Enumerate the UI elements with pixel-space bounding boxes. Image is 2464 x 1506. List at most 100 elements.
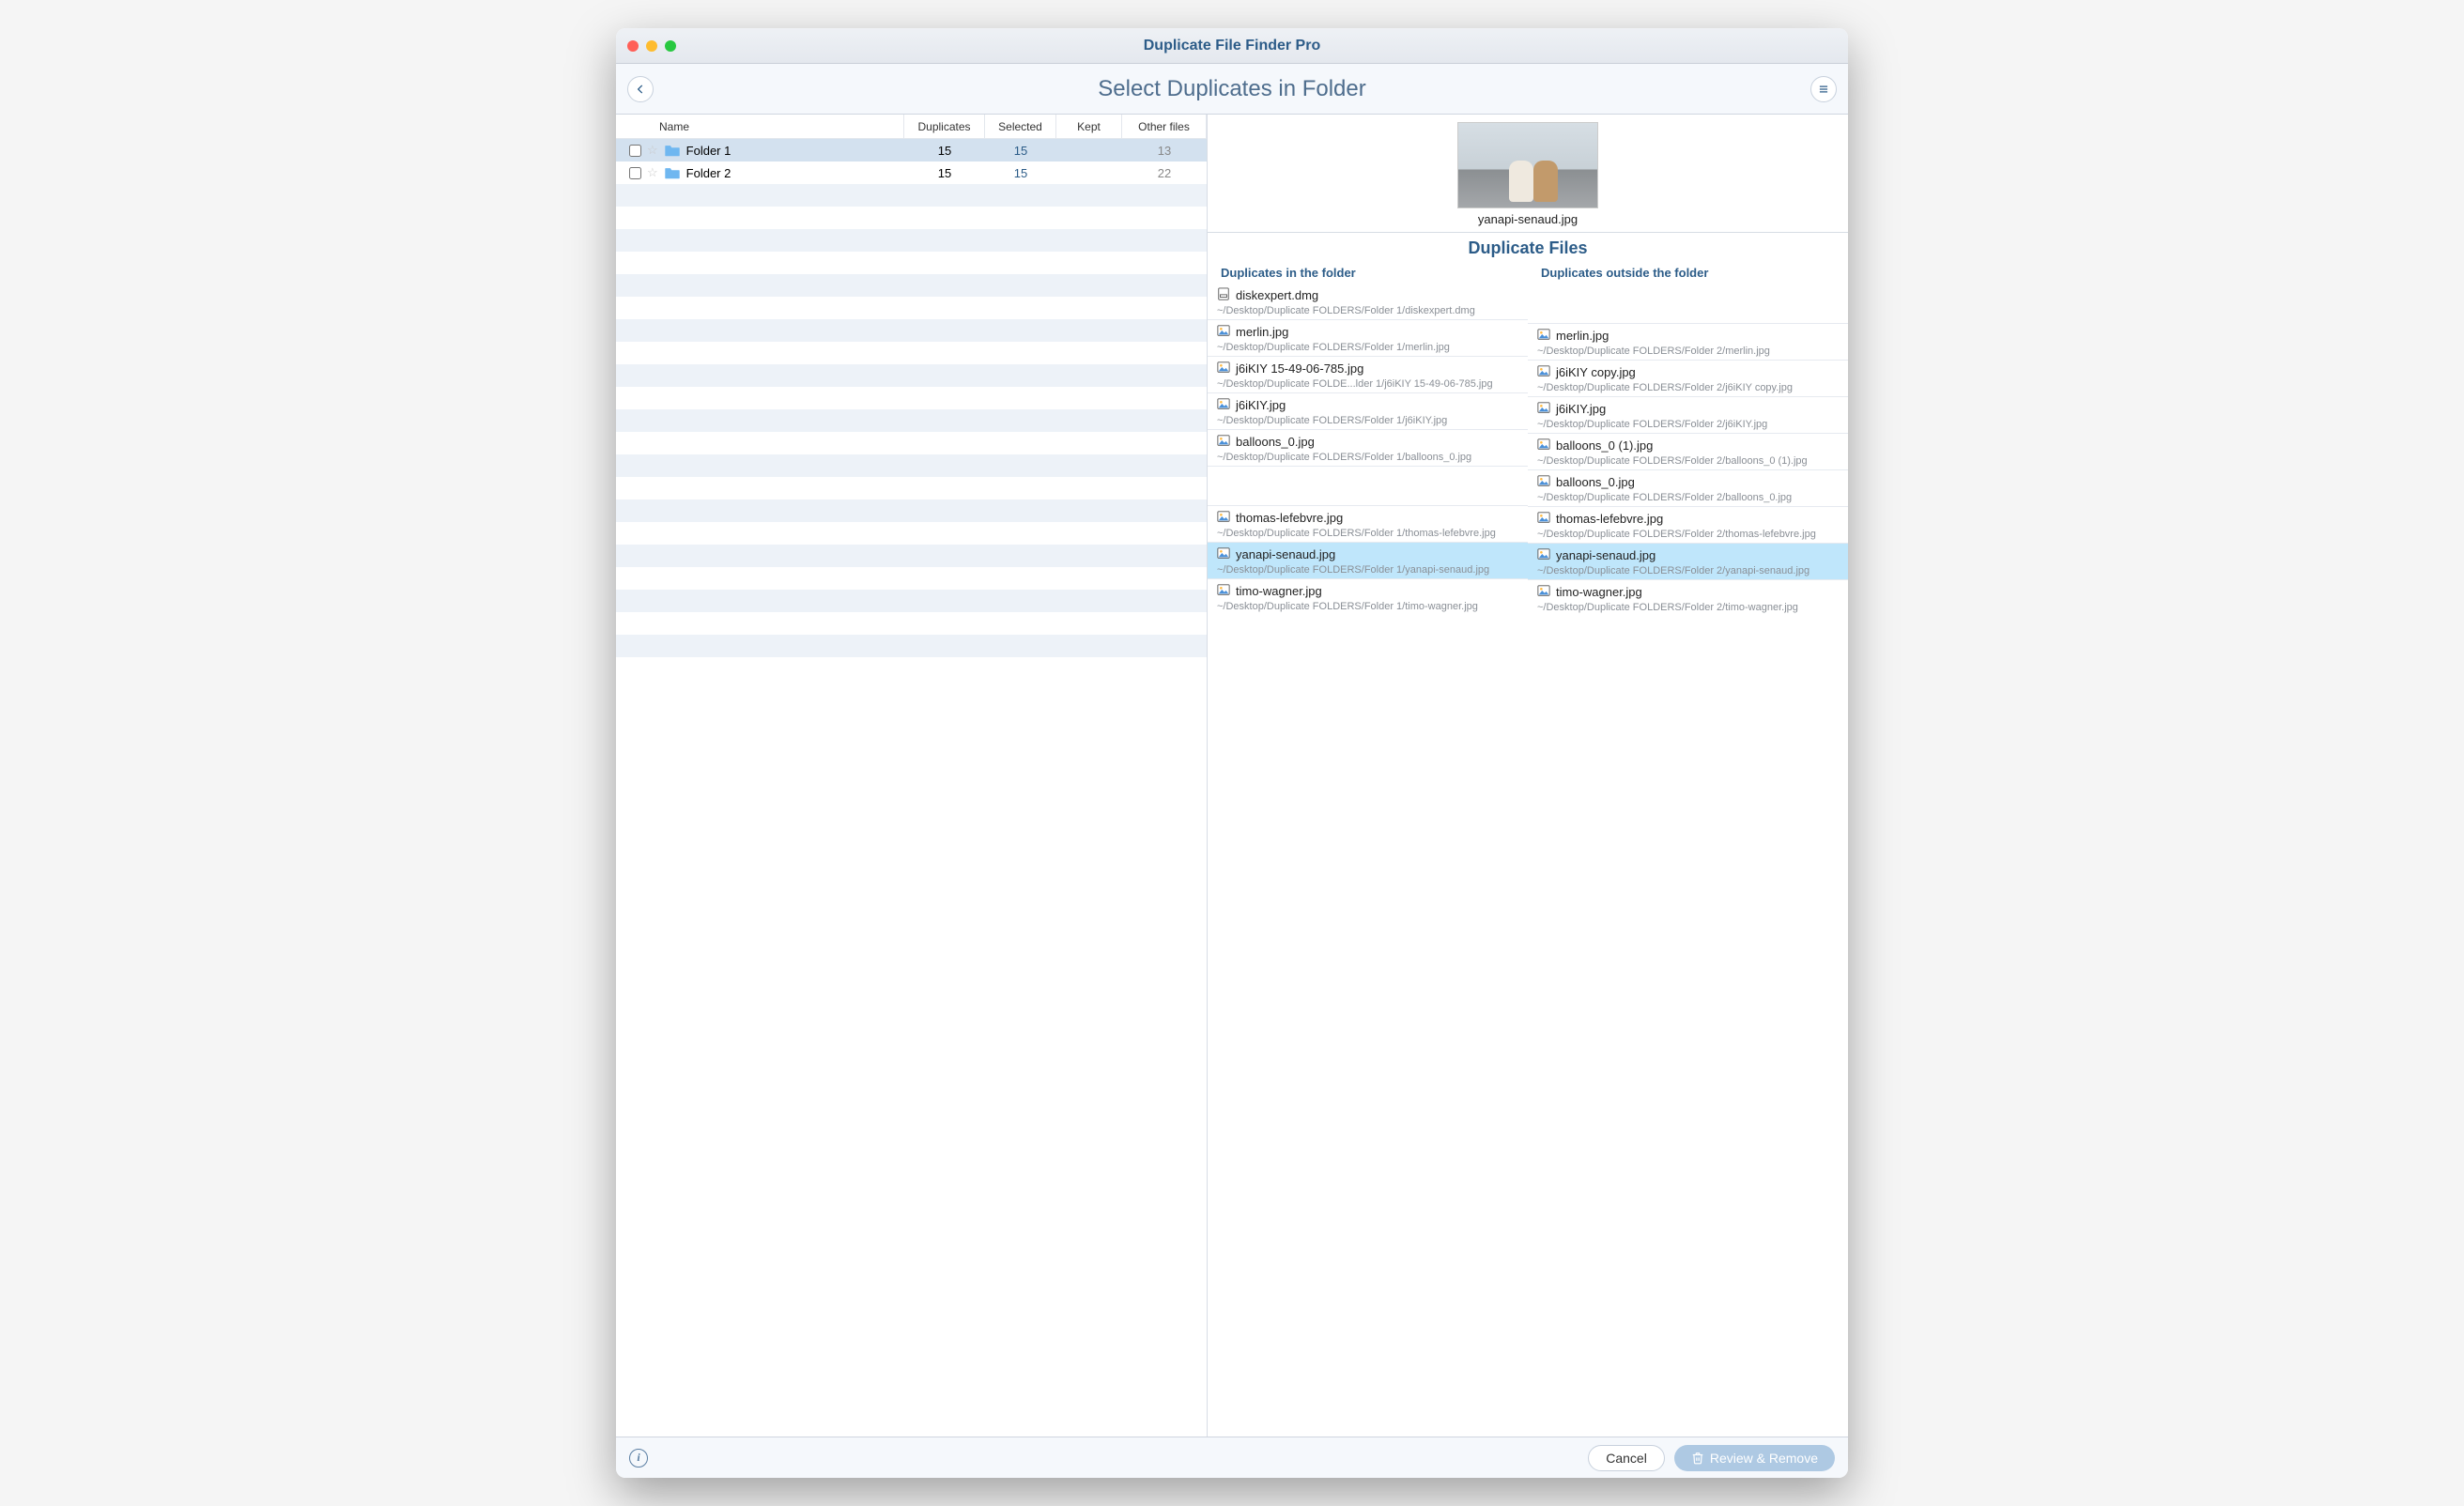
toolbar: Select Duplicates in Folder bbox=[616, 64, 1848, 115]
duplicate-row[interactable]: thomas-lefebvre.jpg ~/Desktop/Duplicate F… bbox=[1528, 506, 1848, 543]
file-icon bbox=[1537, 364, 1550, 380]
info-button[interactable]: i bbox=[629, 1449, 648, 1468]
duplicates-outside-column: Duplicates outside the folder merlin.jpg… bbox=[1528, 262, 1848, 616]
duplicate-row[interactable]: thomas-lefebvre.jpg ~/Desktop/Duplicate F… bbox=[1208, 505, 1528, 542]
folder-checkbox[interactable] bbox=[629, 145, 641, 157]
file-icon bbox=[1217, 324, 1230, 340]
duplicate-row[interactable]: j6iKIY.jpg ~/Desktop/Duplicate FOLDERS/Fo… bbox=[1528, 396, 1848, 433]
file-name: thomas-lefebvre.jpg bbox=[1556, 512, 1663, 526]
file-name: yanapi-senaud.jpg bbox=[1236, 547, 1335, 561]
file-icon bbox=[1217, 510, 1230, 526]
preview-filename: yanapi-senaud.jpg bbox=[1478, 212, 1578, 226]
trash-icon bbox=[1691, 1452, 1704, 1465]
file-path: ~/Desktop/Duplicate FOLDERS/Folder 1/mer… bbox=[1217, 342, 1518, 353]
duplicate-row[interactable]: diskexpert.dmg ~/Desktop/Duplicate FOLDER… bbox=[1208, 284, 1528, 319]
duplicate-row[interactable]: timo-wagner.jpg ~/Desktop/Duplicate FOLDE… bbox=[1528, 579, 1848, 616]
duplicates-columns: Duplicates in the folder diskexpert.dmg ~… bbox=[1208, 262, 1848, 616]
col-kept[interactable]: Kept bbox=[1056, 115, 1122, 138]
file-path: ~/Desktop/Duplicate FOLDERS/Folder 2/bal… bbox=[1537, 492, 1839, 503]
folder-row[interactable]: ☆Folder 1151513 bbox=[616, 139, 1207, 161]
col-other[interactable]: Other files bbox=[1122, 115, 1207, 138]
file-icon bbox=[1217, 583, 1230, 599]
outside-column-title: Duplicates outside the folder bbox=[1528, 262, 1848, 284]
file-path: ~/Desktop/Duplicate FOLDERS/Folder 2/j6i… bbox=[1537, 382, 1839, 393]
folder-checkbox[interactable] bbox=[629, 167, 641, 179]
col-selected[interactable]: Selected bbox=[985, 115, 1056, 138]
inside-list: diskexpert.dmg ~/Desktop/Duplicate FOLDER… bbox=[1208, 284, 1528, 615]
file-path: ~/Desktop/Duplicate FOLDERS/Folder 1/tim… bbox=[1217, 601, 1518, 612]
duplicate-row bbox=[1208, 466, 1528, 505]
file-path: ~/Desktop/Duplicate FOLDERS/Folder 1/dis… bbox=[1217, 305, 1518, 316]
folder-table-body: ☆ Folder 1 1515 13 ☆ Folder 2 1515 22 bbox=[616, 139, 1207, 1437]
file-icon bbox=[1537, 438, 1550, 453]
file-icon bbox=[1537, 511, 1550, 527]
col-name[interactable]: Name bbox=[616, 115, 904, 138]
file-path: ~/Desktop/Duplicate FOLDERS/Folder 1/bal… bbox=[1217, 452, 1518, 463]
file-name: merlin.jpg bbox=[1556, 329, 1609, 343]
duplicate-row[interactable]: yanapi-senaud.jpg ~/Desktop/Duplicate FOL… bbox=[1208, 542, 1528, 578]
duplicate-row[interactable]: j6iKIY 15-49-06-785.jpg~/Desktop/Duplica… bbox=[1208, 356, 1528, 392]
duplicate-row[interactable]: merlin.jpg~/Desktop/Duplicate FOLDERS/Fo… bbox=[1528, 323, 1848, 360]
duplicate-row[interactable]: balloons_0.jpg ~/Desktop/Duplicate FOLDER… bbox=[1208, 429, 1528, 466]
folder-row[interactable]: ☆ Folder 2 1515 22 bbox=[616, 161, 1207, 184]
duplicate-row[interactable]: j6iKIY copy.jpg ~/Desktop/Duplicate FOLDE… bbox=[1528, 360, 1848, 396]
file-icon bbox=[1217, 546, 1230, 562]
details-pane: yanapi-senaud.jpg Duplicate Files Duplic… bbox=[1208, 115, 1848, 1437]
review-remove-button[interactable]: Review & Remove bbox=[1674, 1445, 1835, 1471]
file-name: diskexpert.dmg bbox=[1236, 288, 1318, 302]
folder-selected: 15 bbox=[985, 166, 1056, 180]
preview-image bbox=[1457, 122, 1598, 208]
titlebar: Duplicate File Finder Pro bbox=[616, 28, 1848, 64]
file-name: j6iKIY.jpg bbox=[1236, 398, 1286, 412]
file-path: ~/Desktop/Duplicate FOLDERS/Folder 2/bal… bbox=[1537, 455, 1839, 467]
file-path: ~/Desktop/Duplicate FOLDERS/Folder 1/yan… bbox=[1217, 564, 1518, 576]
outside-list: merlin.jpg ~/Desktop/Duplicate FOLDERS/Fo… bbox=[1528, 284, 1848, 616]
preview-area: yanapi-senaud.jpg bbox=[1208, 115, 1848, 233]
duplicate-row[interactable]: j6iKIY.jpg ~/Desktop/Duplicate FOLDERS/Fo… bbox=[1208, 392, 1528, 429]
file-path: ~/Desktop/Duplicate FOLDERS/Folder 2/yan… bbox=[1537, 565, 1839, 576]
app-window: Duplicate File Finder Pro Select Duplica… bbox=[616, 28, 1848, 1478]
col-duplicates[interactable]: Duplicates bbox=[904, 115, 985, 138]
file-path: ~/Desktop/Duplicate FOLDERS/Folder 1/tho… bbox=[1217, 528, 1518, 539]
star-icon[interactable]: ☆ bbox=[647, 165, 658, 180]
folder-name: Folder 2 bbox=[686, 166, 732, 180]
inside-column-title: Duplicates in the folder bbox=[1208, 262, 1528, 284]
folder-duplicates: 15 bbox=[904, 166, 985, 180]
folders-pane: Name Duplicates Selected Kept Other file… bbox=[616, 115, 1208, 1437]
file-name: balloons_0.jpg bbox=[1236, 435, 1315, 449]
file-name: j6iKIY.jpg bbox=[1556, 402, 1606, 416]
file-name: j6iKIY copy.jpg bbox=[1556, 365, 1636, 379]
review-remove-label: Review & Remove bbox=[1710, 1451, 1818, 1466]
folder-name: Folder 1 bbox=[686, 144, 732, 158]
duplicate-row[interactable]: balloons_0.jpg~/Desktop/Duplicate FOLDER… bbox=[1528, 469, 1848, 506]
file-path: ~/Desktop/Duplicate FOLDERS/Folder 2/tim… bbox=[1537, 602, 1839, 613]
file-path: ~/Desktop/Duplicate FOLDERS/Folder 1/j6i… bbox=[1217, 415, 1518, 426]
file-icon bbox=[1217, 397, 1230, 413]
folder-other: 22 bbox=[1122, 166, 1207, 180]
content: Name Duplicates Selected Kept Other file… bbox=[616, 115, 1848, 1437]
file-name: timo-wagner.jpg bbox=[1236, 584, 1322, 598]
file-name: timo-wagner.jpg bbox=[1556, 585, 1642, 599]
star-icon[interactable]: ☆ bbox=[647, 143, 658, 158]
duplicate-row[interactable]: yanapi-senaud.jpg~/Desktop/Duplicate FOL… bbox=[1528, 543, 1848, 579]
app-title: Duplicate File Finder Pro bbox=[616, 38, 1848, 54]
folder-other: 13 bbox=[1122, 144, 1207, 158]
file-name: merlin.jpg bbox=[1236, 325, 1288, 339]
file-icon bbox=[1537, 401, 1550, 417]
folder-table-header: Name Duplicates Selected Kept Other file… bbox=[616, 115, 1207, 139]
cancel-button[interactable]: Cancel bbox=[1588, 1445, 1665, 1471]
file-name: j6iKIY 15-49-06-785.jpg bbox=[1236, 361, 1363, 376]
file-path: ~/Desktop/Duplicate FOLDERS/Folder 2/tho… bbox=[1537, 529, 1839, 540]
duplicate-row[interactable]: merlin.jpg ~/Desktop/Duplicate FOLDERS/Fo… bbox=[1208, 319, 1528, 356]
duplicate-row[interactable]: balloons_0 (1).jpg ~/Desktop/Duplicate FO… bbox=[1528, 433, 1848, 469]
file-name: thomas-lefebvre.jpg bbox=[1236, 511, 1343, 525]
file-path: ~/Desktop/Duplicate FOLDERS/Folder 2/j6i… bbox=[1537, 419, 1839, 430]
file-icon bbox=[1217, 287, 1230, 303]
file-icon bbox=[1537, 328, 1550, 344]
file-name: balloons_0 (1).jpg bbox=[1556, 438, 1653, 453]
file-icon bbox=[1537, 474, 1550, 490]
duplicate-row[interactable]: timo-wagner.jpg ~/Desktop/Duplicate FOLDE… bbox=[1208, 578, 1528, 615]
duplicates-inside-column: Duplicates in the folder diskexpert.dmg ~… bbox=[1208, 262, 1528, 616]
file-icon bbox=[1217, 434, 1230, 450]
duplicates-heading: Duplicate Files bbox=[1208, 233, 1848, 262]
